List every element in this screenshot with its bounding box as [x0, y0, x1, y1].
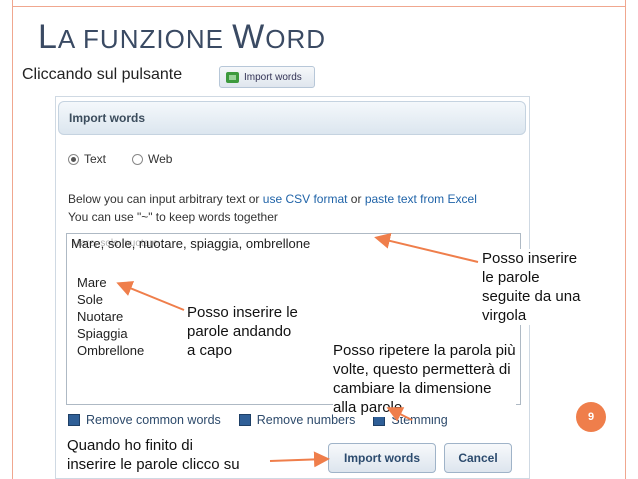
- arrow-finish: [269, 451, 330, 468]
- arrow-newline: [116, 281, 185, 311]
- page-number-badge: 9: [576, 402, 606, 432]
- arrow-repeat: [386, 407, 413, 422]
- arrow-comma: [374, 233, 479, 263]
- annotation-arrows: [116, 233, 479, 468]
